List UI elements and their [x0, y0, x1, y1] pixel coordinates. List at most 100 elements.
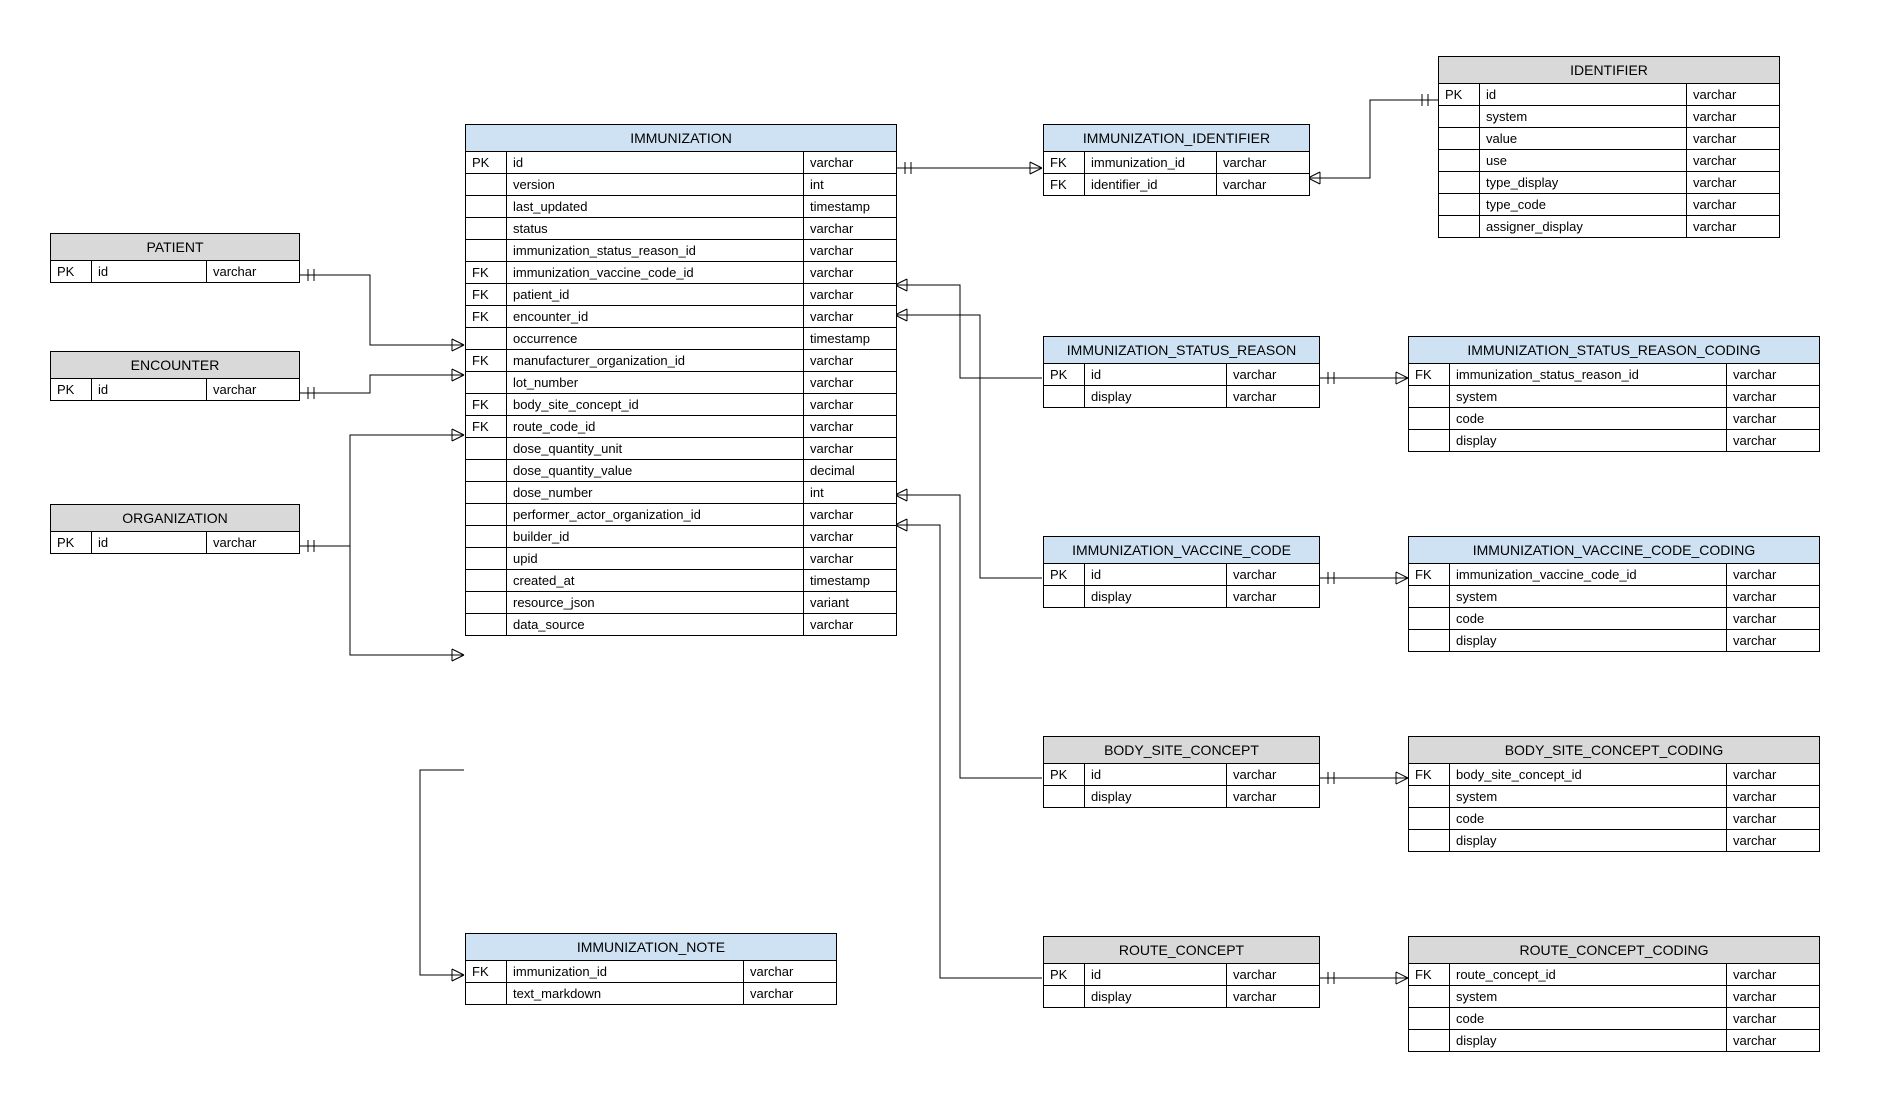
column-key — [1409, 830, 1450, 852]
entity-immunization-identifier: IMMUNIZATION_IDENTIFIER FKimmunization_i… — [1043, 124, 1310, 196]
column-name: display — [1450, 630, 1727, 652]
table-row: FKimmunization_status_reason_idvarchar — [1409, 364, 1819, 386]
column-type: varchar — [804, 526, 897, 548]
table-row: FKidentifier_idvarchar — [1044, 174, 1309, 196]
column-name: display — [1450, 1030, 1727, 1052]
column-name: id — [1085, 364, 1227, 386]
column-name: dose_number — [507, 482, 804, 504]
column-name: body_site_concept_id — [507, 394, 804, 416]
column-type: varchar — [1227, 364, 1320, 386]
table-row: last_updatedtimestamp — [466, 196, 896, 218]
column-key — [466, 614, 507, 636]
column-type: varchar — [1727, 408, 1820, 430]
column-key: FK — [466, 350, 507, 372]
column-name: code — [1450, 1008, 1727, 1030]
table-row: versionint — [466, 174, 896, 196]
entity-title: IMMUNIZATION_VACCINE_CODE — [1044, 537, 1319, 564]
column-type: timestamp — [804, 328, 897, 350]
entity-title: BODY_SITE_CONCEPT_CODING — [1409, 737, 1819, 764]
column-name: immunization_id — [507, 961, 744, 983]
column-key: FK — [466, 961, 507, 983]
column-key: FK — [466, 284, 507, 306]
column-type: varchar — [804, 152, 897, 174]
column-key: PK — [51, 532, 92, 553]
column-name: display — [1450, 430, 1727, 452]
entity-title: ENCOUNTER — [51, 352, 299, 379]
column-type: varchar — [804, 548, 897, 570]
column-type: varchar — [1727, 986, 1820, 1008]
entity-title: PATIENT — [51, 234, 299, 261]
column-type: varchar — [1727, 608, 1820, 630]
column-key — [1439, 150, 1480, 172]
column-key — [1044, 986, 1085, 1008]
column-key: FK — [1409, 564, 1450, 586]
table-row: FKimmunization_idvarchar — [466, 961, 836, 983]
column-name: system — [1480, 106, 1687, 128]
column-type: varchar — [804, 614, 897, 636]
table-row: FKimmunization_vaccine_code_idvarchar — [466, 262, 896, 284]
column-key — [466, 218, 507, 240]
column-type: varchar — [1227, 986, 1320, 1008]
column-key — [466, 328, 507, 350]
table-row: displayvarchar — [1409, 630, 1819, 652]
table-row: created_attimestamp — [466, 570, 896, 592]
table-row: text_markdownvarchar — [466, 983, 836, 1005]
column-name: system — [1450, 386, 1727, 408]
column-type: varchar — [1227, 386, 1320, 408]
column-type: varchar — [1687, 150, 1780, 172]
table-row: displayvarchar — [1409, 1030, 1819, 1052]
entity-body-site-concept-coding: BODY_SITE_CONCEPT_CODING FKbody_site_con… — [1408, 736, 1820, 852]
column-name: id — [92, 379, 207, 400]
column-type: varchar — [1727, 586, 1820, 608]
table-row: assigner_displayvarchar — [1439, 216, 1779, 238]
column-type: int — [804, 482, 897, 504]
column-name: text_markdown — [507, 983, 744, 1005]
column-name: id — [92, 261, 207, 282]
column-name: last_updated — [507, 196, 804, 218]
column-name: immunization_vaccine_code_id — [1450, 564, 1727, 586]
column-name: id — [507, 152, 804, 174]
column-key — [466, 240, 507, 262]
column-name: display — [1085, 386, 1227, 408]
table-row: systemvarchar — [1409, 786, 1819, 808]
entity-immunization-note: IMMUNIZATION_NOTE FKimmunization_idvarch… — [465, 933, 837, 1005]
column-key — [466, 548, 507, 570]
entity-title: IMMUNIZATION_VACCINE_CODE_CODING — [1409, 537, 1819, 564]
column-type: varchar — [1227, 786, 1320, 808]
column-key: PK — [51, 379, 92, 400]
table-row: PKidvarchar — [51, 379, 299, 400]
column-name: id — [1085, 564, 1227, 586]
table-row: FKroute_concept_idvarchar — [1409, 964, 1819, 986]
column-name: immunization_vaccine_code_id — [507, 262, 804, 284]
column-type: varchar — [207, 379, 300, 400]
table-row: FKpatient_idvarchar — [466, 284, 896, 306]
column-key — [466, 570, 507, 592]
table-row: displayvarchar — [1044, 786, 1319, 808]
column-key: PK — [466, 152, 507, 174]
column-key: FK — [466, 306, 507, 328]
column-type: varchar — [804, 394, 897, 416]
table-row: codevarchar — [1409, 1008, 1819, 1030]
column-type: varchar — [1687, 194, 1780, 216]
column-type: varchar — [1687, 216, 1780, 238]
table-row: PKidvarchar — [1044, 364, 1319, 386]
column-name: lot_number — [507, 372, 804, 394]
column-name: identifier_id — [1085, 174, 1217, 196]
column-type: varchar — [1727, 386, 1820, 408]
table-row: codevarchar — [1409, 808, 1819, 830]
table-row: systemvarchar — [1409, 386, 1819, 408]
column-key — [1409, 786, 1450, 808]
column-key — [466, 526, 507, 548]
column-key: FK — [466, 394, 507, 416]
column-key — [1439, 106, 1480, 128]
column-name: encounter_id — [507, 306, 804, 328]
entity-title: IMMUNIZATION_IDENTIFIER — [1044, 125, 1309, 152]
column-type: variant — [804, 592, 897, 614]
column-name: display — [1085, 786, 1227, 808]
column-key — [1439, 172, 1480, 194]
column-key — [466, 438, 507, 460]
entity-title: IMMUNIZATION_STATUS_REASON — [1044, 337, 1319, 364]
column-type: varchar — [1727, 1008, 1820, 1030]
column-type: varchar — [1227, 764, 1320, 786]
column-type: decimal — [804, 460, 897, 482]
